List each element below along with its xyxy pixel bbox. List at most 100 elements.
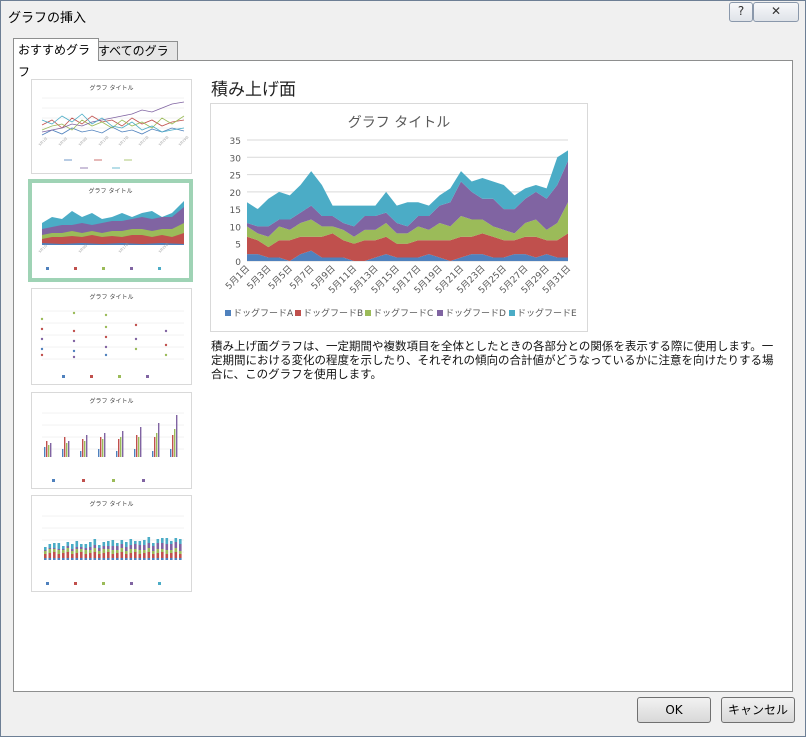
thumbnail-column-segment — [71, 551, 74, 554]
thumbnail-column-segment — [80, 547, 83, 549]
thumbnail-column-segment — [179, 551, 182, 554]
thumbnail-column-segment — [156, 549, 160, 553]
thumbnail-column-segment — [102, 553, 106, 558]
thumbnail-column-segment — [134, 541, 137, 544]
thumbnail-column-segment — [107, 549, 110, 552]
thumbnail-column-segment — [62, 550, 65, 553]
stacked-area-thumbnail-graphic: 5月1日 5月9日 5月17日 5月25日 — [38, 201, 184, 270]
legend-swatch — [225, 310, 231, 316]
thumbnail-column-segment — [57, 549, 61, 550]
thumbnail-column-segment — [62, 546, 65, 549]
legend-swatch — [437, 310, 443, 316]
thumbnail-column-segment — [156, 553, 160, 558]
thumbnail-column-segment — [161, 538, 164, 543]
thumbnail-column-segment — [138, 550, 142, 554]
thumbnail-column-segment — [116, 550, 119, 553]
thumbnail-column-segment — [80, 552, 83, 558]
thumbnail-column-segment — [75, 541, 79, 547]
thumbnail-column-segment — [66, 542, 70, 546]
svg-text:5月13日: 5月13日 — [98, 135, 110, 147]
svg-text:5月9日: 5月9日 — [78, 243, 88, 253]
thumbnail-column-segment — [111, 540, 115, 546]
thumbnail-column-segment — [102, 542, 106, 546]
thumbnail-column-segment — [174, 552, 178, 558]
thumbnail-column-segment — [48, 553, 52, 558]
thumbnail-line-chart[interactable]: グラフ タイトル 5月1日 5月5日 5月9日 5月13日 5月17日 5月21日 5… — [31, 79, 192, 174]
thumbnail-column-segment — [161, 549, 164, 552]
thumbnail-column-segment — [120, 540, 124, 544]
thumbnail-column-segment — [152, 558, 155, 560]
cancel-button[interactable]: キャンセル — [721, 697, 795, 723]
thumbnail-column-segment — [156, 539, 160, 543]
thumbnail-column-segment — [129, 549, 133, 553]
close-button[interactable]: ✕ — [753, 2, 799, 22]
thumbnail-column-segment — [174, 538, 178, 542]
thumbnail-column-segment — [57, 554, 61, 558]
ok-button[interactable]: OK — [637, 697, 711, 723]
thumbnail-column-segment — [84, 558, 88, 560]
tab-recommended-charts[interactable]: おすすめグラフ — [13, 38, 99, 79]
title-bar: グラフの挿入 ? ✕ — [1, 1, 805, 31]
thumbnail-column-segment — [80, 544, 83, 547]
tab-all-charts[interactable]: すべてのグラフ — [93, 41, 178, 76]
chart-type-heading: 積み上げ面 — [211, 80, 296, 100]
thumbnail-column-segment — [174, 558, 178, 560]
thumbnail-column-segment — [134, 552, 137, 558]
svg-text:5月29日: 5月29日 — [178, 135, 190, 147]
thumbnail-column-segment — [170, 544, 173, 550]
thumbnail-column-segment — [138, 541, 142, 545]
legend-swatch — [509, 310, 515, 316]
thumbnail-column-segment — [134, 549, 137, 552]
thumbnail-column-segment — [165, 554, 169, 558]
svg-text:5月17日: 5月17日 — [118, 135, 130, 147]
thumbnail-column-segment — [80, 558, 83, 560]
clustered-column-thumbnail-graphic — [42, 412, 184, 482]
thumbnail-title: グラフ タイトル — [88, 188, 133, 195]
thumbnail-column-segment — [71, 554, 74, 558]
thumbnail-column-segment — [71, 558, 74, 560]
svg-text:5月1日: 5月1日 — [38, 243, 48, 253]
thumbnail-column-segment — [120, 552, 124, 558]
legend-label: ドッグフードD — [445, 307, 506, 319]
thumbnail-column-segment — [66, 546, 70, 548]
thumbnail-column-segment — [48, 544, 52, 548]
thumbnail-column-segment — [116, 558, 119, 560]
thumbnail-column-segment — [62, 549, 65, 550]
svg-text:5月21日: 5月21日 — [138, 135, 150, 147]
thumbnail-column-segment — [143, 550, 146, 553]
thumbnail-clustered-column-chart[interactable]: グラフ タイトル — [31, 392, 192, 489]
thumbnail-column-segment — [102, 546, 106, 549]
thumbnail-stacked-column-chart[interactable]: グラフ タイトル — [31, 495, 192, 592]
thumbnail-column-segment — [138, 554, 142, 558]
thumbnail-column-segment — [75, 547, 79, 549]
thumbnail-scatter-chart[interactable]: グラフ タイトル — [31, 288, 192, 385]
thumbnail-column-segment — [84, 550, 88, 554]
thumbnail-column-segment — [156, 543, 160, 549]
thumbnail-column-segment — [93, 558, 97, 560]
thumbnail-column-segment — [57, 543, 61, 549]
help-button[interactable]: ? — [729, 2, 753, 22]
thumbnail-column-segment — [152, 551, 155, 554]
y-tick-label: 20 — [230, 189, 242, 199]
thumbnail-title: グラフ タイトル — [89, 398, 134, 405]
thumbnail-column-segment — [143, 540, 146, 545]
thumbnail-column-segment — [89, 558, 92, 560]
thumbnail-column-segment — [134, 558, 137, 560]
svg-text:5月25日: 5月25日 — [158, 135, 170, 147]
thumbnail-stacked-area-chart[interactable]: グラフ タイトル 5月1日 5月9日 5月17日 5月25日 — [28, 179, 193, 282]
thumbnail-column-segment — [53, 558, 56, 560]
thumbnail-column-segment — [179, 539, 182, 544]
thumbnail-column-segment — [147, 537, 151, 543]
thumbnail-column-segment — [48, 549, 52, 553]
thumbnail-column-segment — [165, 550, 169, 554]
thumbnail-column-segment — [125, 551, 128, 554]
thumbnail-column-segment — [161, 552, 164, 558]
thumbnail-column-segment — [179, 558, 182, 560]
thumbnail-column-segment — [80, 549, 83, 552]
thumbnail-column-segment — [147, 552, 151, 558]
thumbnail-column-segment — [98, 558, 101, 560]
thumbnail-column-segment — [53, 543, 56, 548]
thumbnail-column-segment — [134, 544, 137, 549]
thumbnail-title: グラフ タイトル — [89, 85, 134, 92]
thumbnail-column-segment — [98, 548, 101, 551]
